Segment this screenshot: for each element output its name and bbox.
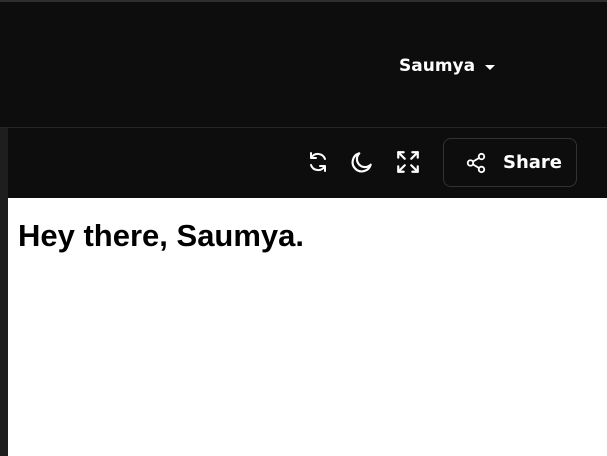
chevron-down-icon (485, 64, 496, 70)
main-content: Hey there, Saumya. (8, 198, 607, 456)
top-header: Saumya (0, 0, 607, 127)
refresh-icon[interactable] (305, 149, 331, 175)
moon-icon[interactable] (349, 149, 375, 175)
left-gutter (0, 128, 8, 456)
share-icon (465, 152, 487, 174)
fullscreen-icon[interactable] (395, 149, 421, 175)
share-button[interactable]: Share (443, 138, 577, 187)
share-label: Share (503, 152, 563, 173)
user-name: Saumya (399, 56, 476, 76)
greeting-heading: Hey there, Saumya. (18, 218, 305, 253)
user-menu[interactable]: Saumya (399, 54, 496, 78)
